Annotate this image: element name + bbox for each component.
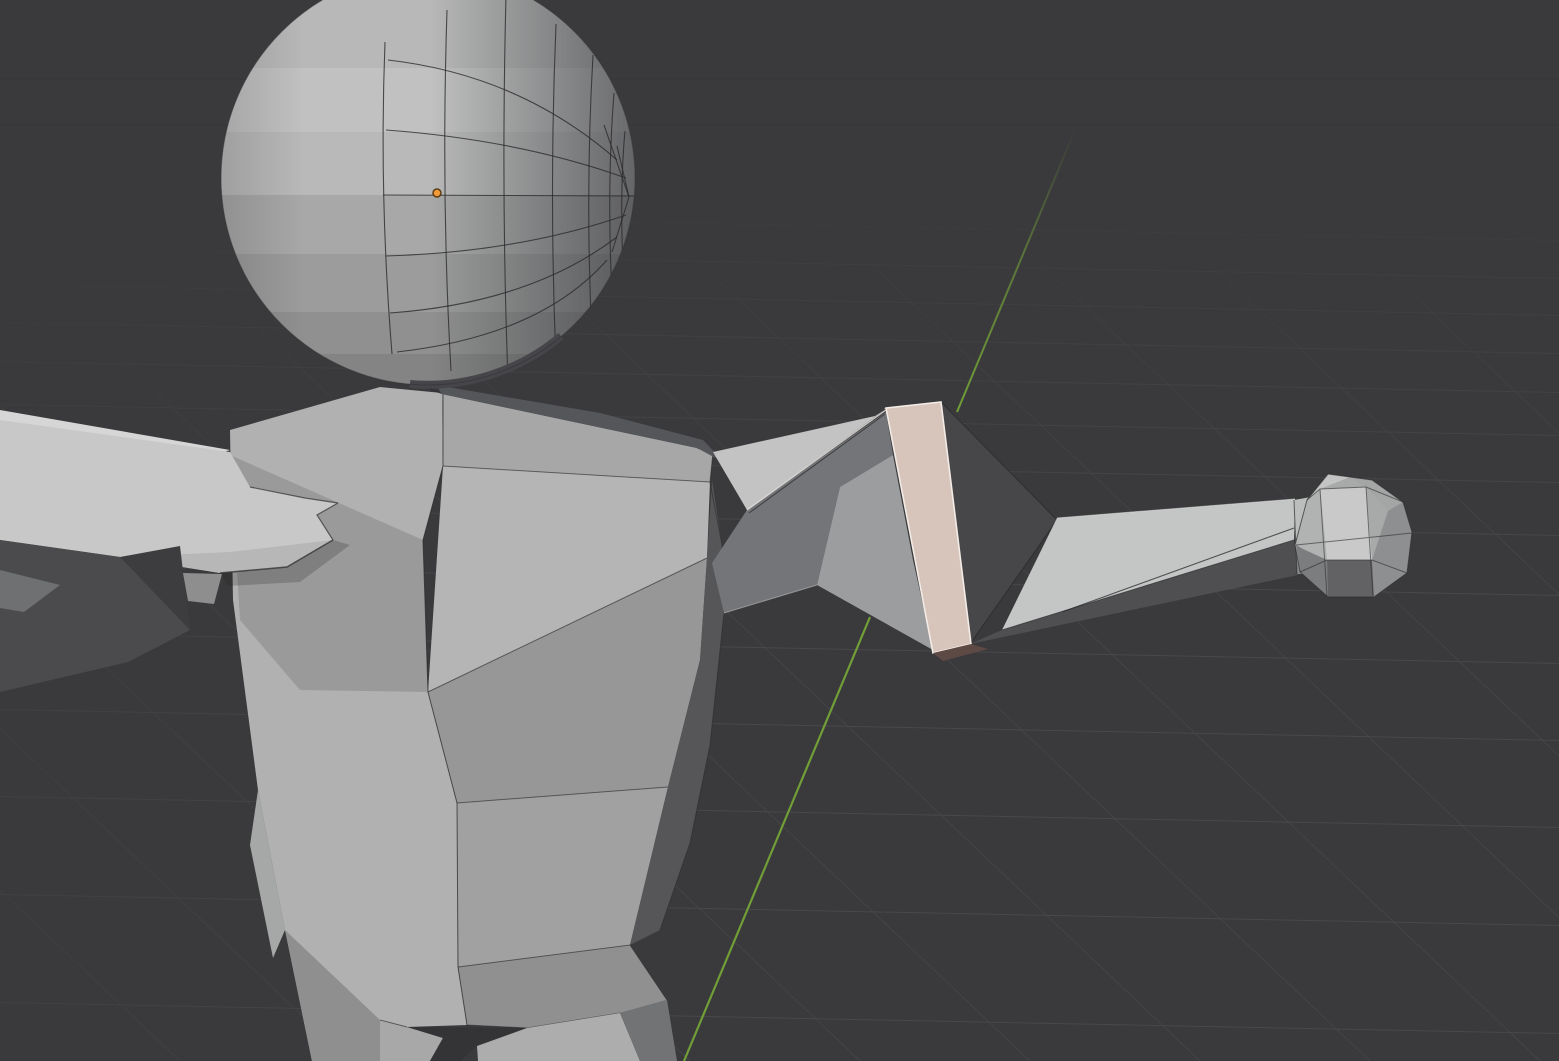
hand-ball-center — [1320, 487, 1372, 560]
blender-3d-viewport[interactable] — [0, 0, 1559, 1061]
selected-vertex[interactable] — [433, 189, 441, 197]
hand-ball-bottom-center — [1327, 560, 1374, 597]
selection-overlay[interactable] — [433, 189, 441, 197]
viewport-canvas[interactable] — [0, 0, 1559, 1061]
